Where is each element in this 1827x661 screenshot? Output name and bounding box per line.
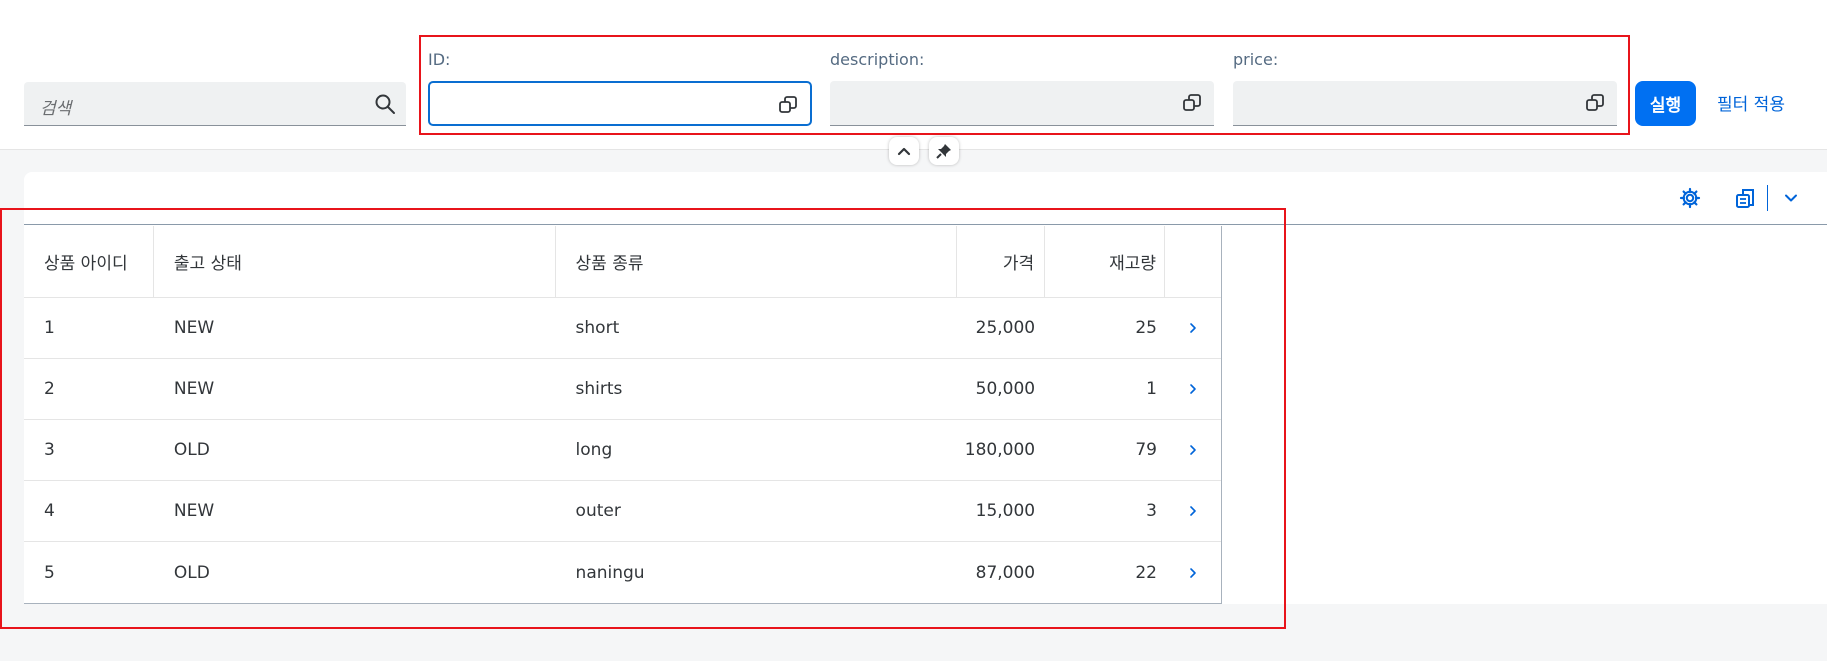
adapt-filters-link[interactable]: 필터 적용 xyxy=(1717,90,1785,115)
collapse-icon xyxy=(897,147,911,156)
pin-header-button[interactable] xyxy=(929,137,959,165)
search-placeholder: 검색 xyxy=(40,99,72,119)
go-button[interactable]: 실행 xyxy=(1635,81,1696,126)
export-icon xyxy=(1736,189,1754,208)
pin-icon xyxy=(936,144,951,159)
collapse-header-button[interactable] xyxy=(889,137,919,165)
chevron-down-icon xyxy=(1785,194,1797,202)
search-field[interactable]: 검색 xyxy=(24,82,406,126)
search-icon[interactable] xyxy=(374,93,396,115)
settings-button[interactable] xyxy=(1677,185,1703,211)
toolbar-separator xyxy=(1767,185,1768,211)
table-highlight-box xyxy=(0,208,1286,629)
export-button[interactable] xyxy=(1733,185,1759,211)
filter-highlight-box xyxy=(419,35,1630,135)
export-menu-button[interactable] xyxy=(1778,185,1804,211)
settings-icon xyxy=(1679,187,1701,209)
